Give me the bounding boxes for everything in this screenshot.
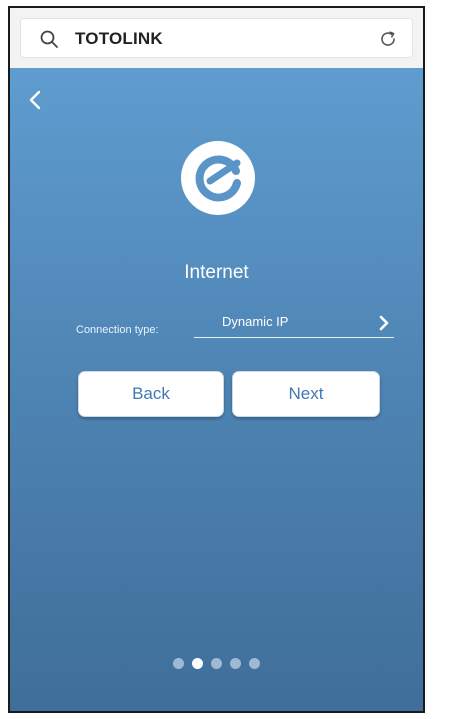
search-icon — [40, 30, 58, 48]
app-screen: Internet Connection type: Dynamic IP Bac… — [10, 68, 423, 711]
url-text: TOTOLINK — [75, 29, 163, 48]
connection-type-label: Connection type: — [76, 324, 159, 336]
next-button[interactable]: Next — [232, 371, 380, 417]
page-title: Internet — [184, 262, 249, 283]
page-dot — [211, 658, 222, 669]
url-field[interactable]: TOTOLINK — [20, 18, 413, 58]
phone-frame: TOTOLINK Internet Connection type: Dynam… — [8, 6, 425, 713]
connection-type-value: Dynamic IP — [222, 314, 289, 329]
page-dot — [173, 658, 184, 669]
page-dot — [230, 658, 241, 669]
connection-type-select[interactable]: Dynamic IP — [194, 308, 394, 338]
chevron-right-icon — [379, 315, 389, 331]
back-chevron-icon[interactable] — [26, 90, 46, 110]
pagination-dots — [10, 658, 423, 669]
browser-address-bar: TOTOLINK — [10, 8, 423, 68]
internet-logo-icon — [181, 141, 255, 215]
reload-icon[interactable] — [378, 29, 398, 49]
page-dot — [249, 658, 260, 669]
page-dot — [192, 658, 203, 669]
back-button[interactable]: Back — [78, 371, 224, 417]
